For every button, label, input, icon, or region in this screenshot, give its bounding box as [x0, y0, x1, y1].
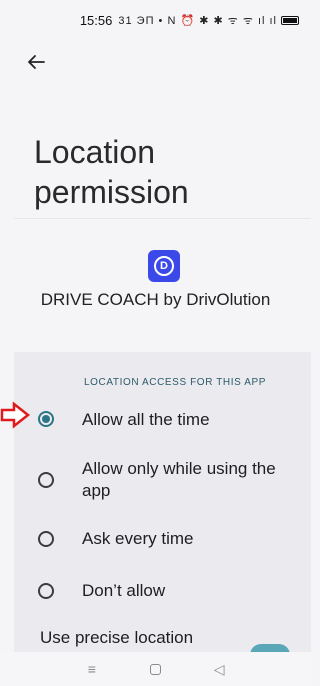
- radio-unselected[interactable]: [38, 531, 54, 547]
- radio-unselected[interactable]: [38, 583, 54, 599]
- app-icon: D: [148, 250, 180, 282]
- app-name: DRIVE COACH by DrivOlution: [40, 290, 271, 309]
- option-label: Allow all the time: [82, 410, 210, 429]
- status-bar: 15:56 31 ЭП • N ⏰ ✱ ✱ ᯤ ᯤ ıl ıl: [0, 0, 311, 40]
- back-button[interactable]: [24, 50, 48, 74]
- home-button[interactable]: [145, 663, 165, 675]
- menu-icon[interactable]: ≡: [82, 661, 102, 677]
- option-label: Don’t allow: [82, 581, 166, 600]
- back-triangle-icon[interactable]: ◁: [209, 661, 229, 678]
- radio-unselected[interactable]: [38, 472, 54, 488]
- status-icons: 31 ЭП • N ⏰ ✱ ✱ ᯤ ᯤ ıl ıl: [118, 14, 277, 27]
- navigation-bar: ≡ ◁: [0, 652, 311, 686]
- option-allow-while-using[interactable]: Allow only while using the app: [14, 458, 311, 504]
- page-title: Location permission: [34, 134, 189, 210]
- status-time: 15:56: [79, 12, 113, 28]
- precise-location-label: Use precise location: [40, 628, 194, 647]
- option-dont-allow[interactable]: Don’t allow: [14, 580, 311, 606]
- arrow-left-icon: [28, 55, 45, 69]
- radio-selected[interactable]: [38, 411, 54, 427]
- app-icon-letter: D: [154, 256, 174, 276]
- option-label: Ask every time: [82, 529, 194, 548]
- option-allow-all-the-time[interactable]: Allow all the time: [14, 406, 311, 436]
- section-header: LOCATION ACCESS FOR THIS APP: [84, 377, 267, 388]
- option-ask-every-time[interactable]: Ask every time: [14, 528, 311, 554]
- option-label: Allow only while using the app: [82, 459, 276, 500]
- battery-icon: [281, 15, 299, 25]
- divider: [14, 218, 311, 219]
- home-icon: [149, 663, 161, 675]
